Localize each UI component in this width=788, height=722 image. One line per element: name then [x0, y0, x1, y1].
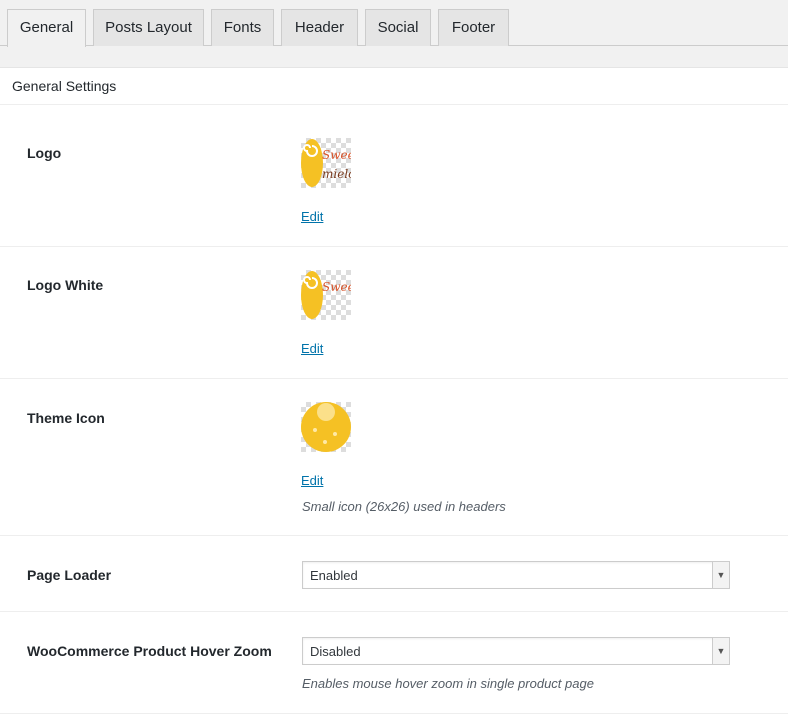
theme-icon-image — [301, 402, 351, 452]
divider — [0, 535, 788, 536]
page-loader-label: Page Loader — [27, 567, 112, 583]
logo-label: Logo — [27, 145, 62, 161]
logo-white-thumbnail: Sweet — [301, 270, 351, 320]
tab-general[interactable]: General — [7, 9, 86, 47]
logo-edit-link[interactable]: Edit — [301, 209, 323, 224]
settings-panel: General Settings Logo Sweet mielo Edit L… — [0, 67, 788, 722]
logo-white-label: Logo White — [27, 277, 104, 293]
tab-posts-layout[interactable]: Posts Layout — [93, 9, 204, 46]
hover-zoom-label: WooCommerce Product Hover Zoom — [27, 643, 272, 659]
divider — [0, 246, 788, 247]
theme-icon-edit-link[interactable]: Edit — [301, 473, 323, 488]
divider — [0, 104, 788, 105]
theme-icon-label: Theme Icon — [27, 410, 105, 426]
logo-text-2: mielo — [322, 167, 351, 181]
hover-zoom-value: Disabled — [310, 644, 361, 659]
hover-zoom-description: Enables mouse hover zoom in single produ… — [302, 676, 594, 691]
divider — [0, 378, 788, 379]
logo-thumbnail: Sweet mielo — [301, 138, 351, 188]
page-loader-select[interactable]: Enabled ▼ — [302, 561, 730, 589]
tab-header[interactable]: Header — [281, 9, 358, 46]
logo-image: Sweet mielo — [301, 139, 351, 187]
theme-icon-thumbnail — [301, 402, 351, 452]
chevron-down-icon[interactable]: ▼ — [712, 638, 729, 664]
tab-social[interactable]: Social — [365, 9, 431, 46]
tab-footer[interactable]: Footer — [438, 9, 509, 46]
logo-white-image: Sweet — [301, 271, 351, 319]
theme-icon-description: Small icon (26x26) used in headers — [302, 499, 506, 514]
settings-tabs: General Posts Layout Fonts Header Social… — [0, 0, 788, 47]
logo-white-edit-link[interactable]: Edit — [301, 341, 323, 356]
logo-white-text: Sweet — [322, 280, 351, 294]
divider — [0, 611, 788, 612]
page-loader-value: Enabled — [310, 568, 358, 583]
logo-text-1: Sweet — [322, 148, 351, 162]
hover-zoom-select[interactable]: Disabled ▼ — [302, 637, 730, 665]
chevron-down-icon[interactable]: ▼ — [712, 562, 729, 588]
tab-fonts[interactable]: Fonts — [211, 9, 274, 46]
divider — [0, 713, 788, 714]
section-title: General Settings — [12, 78, 117, 94]
